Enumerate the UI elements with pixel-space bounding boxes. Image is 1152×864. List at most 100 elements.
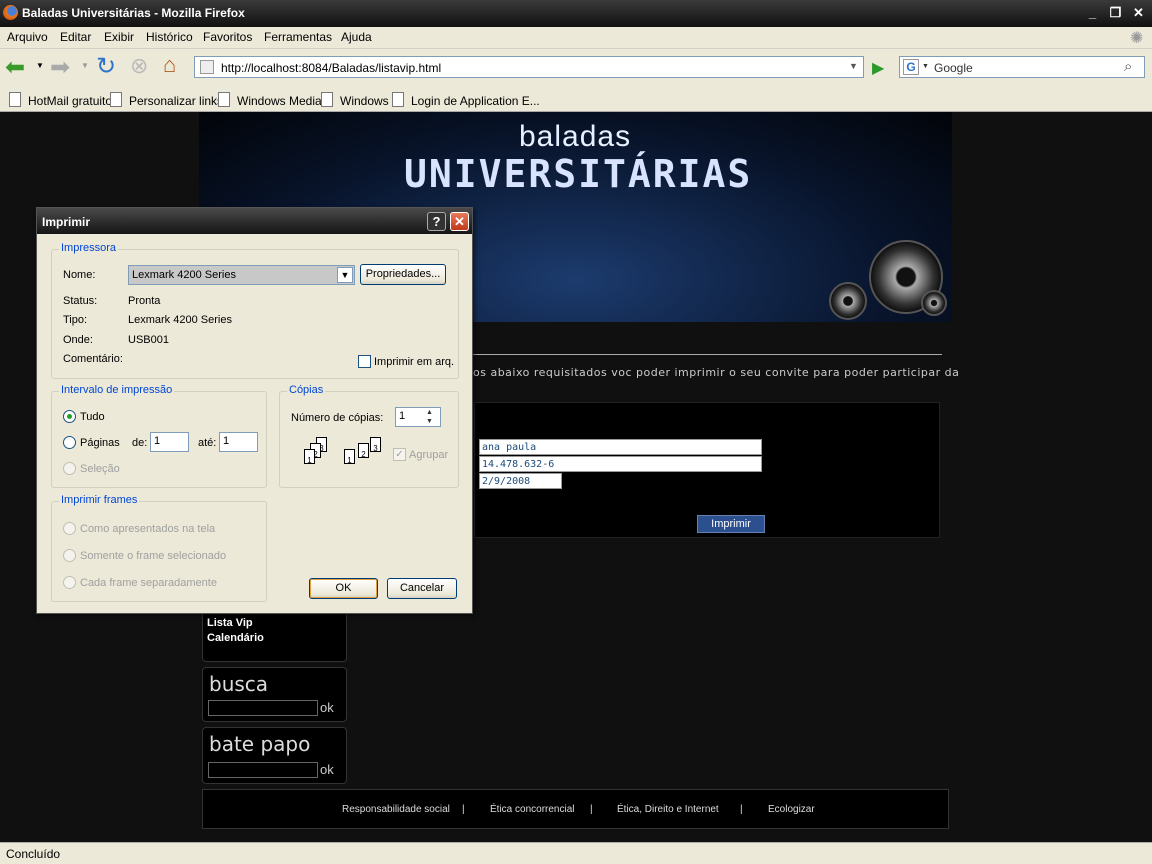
speaker-tiny-icon	[921, 290, 947, 316]
bate-papo-title: bate papo	[209, 732, 311, 756]
footer: Responsabilidade social | Ética concorre…	[202, 789, 949, 829]
bookmark-windows-media[interactable]: Windows Media	[218, 92, 322, 108]
frames-group: Imprimir frames Como apresentados na tel…	[51, 494, 267, 602]
to-label: até:	[198, 437, 217, 449]
help-button[interactable]: ?	[427, 212, 446, 231]
cancel-button[interactable]: Cancelar	[387, 578, 457, 599]
printer-select-value: Lexmark 4200 Series	[132, 269, 236, 281]
where-value: USB001	[128, 334, 169, 346]
forward-icon[interactable]: ➡	[50, 53, 70, 82]
spinner-arrows-icon[interactable]: ▲ ▼	[426, 408, 433, 426]
reload-icon[interactable]: ↻	[96, 52, 116, 81]
copies-group: Cópias Número de cópias: 1 ▲ ▼ 3 2 1 3 2 …	[279, 384, 459, 488]
radio-frames-each[interactable]	[63, 576, 76, 589]
collate-label: Agrupar	[409, 449, 449, 461]
back-icon[interactable]: ⬅	[5, 53, 25, 82]
print-dialog: Imprimir ? ✕ Impressora Nome: Lexmark 42…	[36, 207, 473, 614]
copies-legend: Cópias	[287, 384, 326, 396]
url-field[interactable]: http://localhost:8084/Baladas/listavip.h…	[194, 56, 864, 78]
footer-link-etica-concorrencial[interactable]: Ética concorrencial	[490, 804, 574, 815]
name-input[interactable]: ana paula	[479, 439, 762, 455]
collate-checkbox[interactable]: ✓	[393, 448, 406, 461]
collate-collated-icon: 3 2 1	[340, 437, 390, 477]
go-icon[interactable]: ▶	[872, 58, 884, 78]
footer-separator: |	[462, 804, 465, 815]
radio-selection[interactable]	[63, 462, 76, 475]
search-icon[interactable]: ⌕	[1124, 58, 1132, 75]
radio-frames-selected-label: Somente o frame selecionado	[80, 550, 227, 562]
bookmark-hotmail[interactable]: HotMail gratuito	[9, 92, 112, 108]
google-icon[interactable]: G	[903, 59, 919, 75]
menu-ajuda[interactable]: Ajuda	[341, 30, 372, 44]
home-icon[interactable]: ⌂	[163, 52, 176, 78]
busca-box: busca ok	[202, 667, 347, 722]
radio-frames-as-shown[interactable]	[63, 522, 76, 535]
status-value: Pronta	[128, 295, 161, 307]
dialog-title: Imprimir	[42, 215, 91, 229]
menu-arquivo[interactable]: Arquivo	[7, 30, 48, 44]
radio-frames-as-shown-label: Como apresentados na tela	[80, 523, 216, 535]
footer-link-etica-direito[interactable]: Ética, Direito e Internet	[617, 804, 719, 815]
close-window-button[interactable]: ✕	[1128, 3, 1149, 23]
imprimir-button[interactable]: Imprimir	[697, 515, 765, 533]
print-to-file-label: Imprimir em arq.	[374, 356, 455, 368]
bate-papo-ok-button[interactable]: ok	[320, 762, 334, 777]
radio-frames-each-label: Cada frame separadamente	[80, 577, 217, 589]
printer-select[interactable]: Lexmark 4200 Series ▼	[128, 265, 355, 285]
menu-exibir[interactable]: Exibir	[104, 30, 134, 44]
menu-editar[interactable]: Editar	[60, 30, 91, 44]
bookmark-windows[interactable]: Windows	[321, 92, 389, 108]
copies-spinner[interactable]: 1 ▲ ▼	[395, 407, 441, 427]
range-legend: Intervalo de impressão	[59, 384, 175, 396]
firefox-icon	[3, 5, 18, 20]
id-input[interactable]: 14.478.632-6	[479, 456, 762, 472]
bookmark-personalizar[interactable]: Personalizar links	[110, 92, 223, 108]
chevron-down-icon[interactable]: ▼	[337, 267, 353, 283]
from-label: de:	[132, 437, 148, 449]
print-to-file-checkbox[interactable]	[358, 355, 371, 368]
close-dialog-button[interactable]: ✕	[450, 212, 469, 231]
busca-input[interactable]	[208, 700, 318, 716]
from-input[interactable]: 1	[150, 432, 189, 452]
menu-favoritos[interactable]: Favoritos	[203, 30, 252, 44]
type-value: Lexmark 4200 Series	[128, 314, 232, 326]
radio-all[interactable]	[63, 410, 76, 423]
restore-button[interactable]: ❐	[1105, 3, 1126, 23]
menu-calendario[interactable]: Calendário	[203, 631, 346, 646]
busca-ok-button[interactable]: ok	[320, 700, 334, 715]
collate-uncollated-icon: 3 2 1	[292, 437, 342, 477]
dialog-titlebar: Imprimir ? ✕	[37, 208, 472, 234]
busca-title: busca	[209, 672, 269, 696]
menu-ferramentas[interactable]: Ferramentas	[264, 30, 332, 44]
forward-dropdown-icon[interactable]: ▼	[81, 61, 89, 70]
bate-papo-box: bate papo ok	[202, 727, 347, 784]
search-engine-dropdown-icon[interactable]: ▼	[922, 63, 929, 70]
url-dropdown-icon[interactable]: ▼	[849, 61, 858, 71]
radio-pages[interactable]	[63, 436, 76, 449]
menu-historico[interactable]: Histórico	[146, 30, 193, 44]
footer-link-responsabilidade[interactable]: Responsabilidade social	[342, 804, 450, 815]
radio-all-label: Tudo	[80, 411, 105, 423]
status-text: Concluído	[6, 847, 61, 861]
menu-bar: Arquivo Editar Exibir Histórico Favorito…	[0, 27, 1152, 49]
frames-legend: Imprimir frames	[59, 494, 140, 506]
range-group: Intervalo de impressão Tudo Páginas de: …	[51, 384, 267, 488]
stop-icon[interactable]: ⊗	[130, 53, 148, 79]
to-input[interactable]: 1	[219, 432, 258, 452]
bookmark-login[interactable]: Login de Application E...	[392, 92, 540, 108]
menu-lista-vip[interactable]: Lista Vip	[203, 616, 346, 631]
ok-button[interactable]: OK	[309, 578, 378, 599]
type-label: Tipo:	[63, 314, 88, 326]
date-input[interactable]: 2/9/2008	[479, 473, 562, 489]
bate-papo-input[interactable]	[208, 762, 318, 778]
footer-separator: |	[590, 804, 593, 815]
minimize-button[interactable]: _	[1082, 3, 1103, 23]
search-field[interactable]: G ▼ Google ⌕	[899, 56, 1145, 78]
footer-link-ecologizar[interactable]: Ecologizar	[768, 804, 815, 815]
back-dropdown-icon[interactable]: ▼	[36, 61, 44, 70]
throbber-icon: ✺	[1130, 30, 1144, 47]
window-titlebar: Baladas Universitárias - Mozilla Firefox…	[0, 0, 1152, 27]
comment-label: Comentário:	[63, 353, 123, 365]
radio-frames-selected[interactable]	[63, 549, 76, 562]
properties-button[interactable]: Propriedades...	[360, 264, 446, 285]
